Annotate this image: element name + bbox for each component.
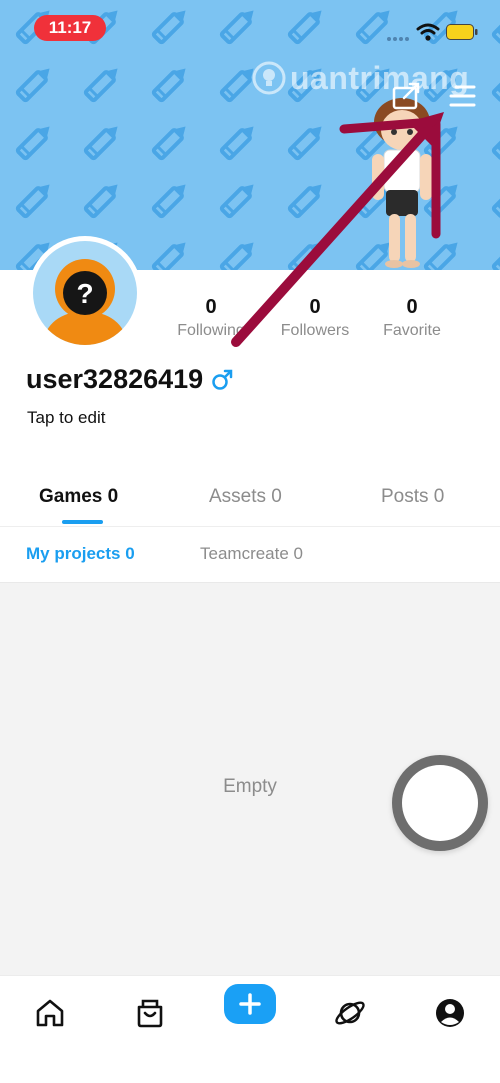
shop-bag-icon [137, 999, 163, 1028]
nav-shop[interactable] [125, 988, 175, 1038]
stat-following[interactable]: 0 Following [161, 296, 261, 341]
male-gender-icon [212, 369, 233, 390]
stat-followers[interactable]: 0 Followers [265, 296, 365, 341]
avatar-image: ? [33, 241, 137, 345]
bottom-navigation [0, 975, 500, 1083]
watermark-text: uantrimang [290, 59, 470, 96]
bio-edit-link[interactable]: Tap to edit [27, 408, 105, 428]
nav-home[interactable] [25, 988, 75, 1038]
nav-explore[interactable] [325, 988, 375, 1038]
followers-label: Followers [280, 322, 350, 339]
profile-banner: 11:17 uantrimang [0, 0, 500, 270]
tab-posts[interactable]: Posts 0 [381, 486, 444, 508]
create-button[interactable] [224, 984, 276, 1024]
share-icon[interactable] [392, 82, 422, 110]
wifi-icon [416, 23, 440, 41]
subtab-teamcreate[interactable]: Teamcreate 0 [200, 544, 303, 564]
plus-icon [239, 993, 261, 1015]
floating-assistive-button[interactable] [392, 755, 488, 851]
avatar[interactable]: ? [28, 236, 142, 350]
username-row: user32826419 [26, 364, 233, 395]
tab-assets[interactable]: Assets 0 [209, 486, 282, 508]
lightbulb-logo-icon [252, 61, 286, 95]
favorite-label: Favorite [383, 322, 441, 339]
status-time: 11:17 [34, 15, 106, 41]
tab-games[interactable]: Games 0 [39, 486, 118, 508]
active-tab-indicator [62, 520, 103, 524]
status-bar: 11:17 [0, 0, 500, 56]
project-subtabs: My projects 0 Teamcreate 0 [0, 527, 500, 583]
battery-icon [446, 24, 478, 40]
following-count: 0 [205, 296, 217, 318]
floating-button-center [402, 765, 478, 841]
home-icon [36, 999, 64, 1027]
nav-profile[interactable] [425, 988, 475, 1038]
default-avatar-icon: ? [41, 259, 129, 345]
planet-icon [335, 1001, 365, 1025]
profile-tabs: Games 0 Assets 0 Posts 0 [0, 470, 500, 527]
svg-text:?: ? [76, 278, 93, 309]
followers-count: 0 [309, 296, 321, 318]
username: user32826419 [26, 364, 204, 394]
cellular-signal-icon [387, 37, 409, 41]
following-label: Following [177, 322, 245, 339]
subtab-my-projects[interactable]: My projects 0 [26, 544, 135, 564]
avatar-character-image [372, 98, 432, 268]
favorite-count: 0 [406, 296, 418, 318]
profile-icon [436, 999, 464, 1027]
stat-favorite[interactable]: 0 Favorite [362, 296, 462, 341]
menu-icon[interactable] [448, 84, 476, 108]
